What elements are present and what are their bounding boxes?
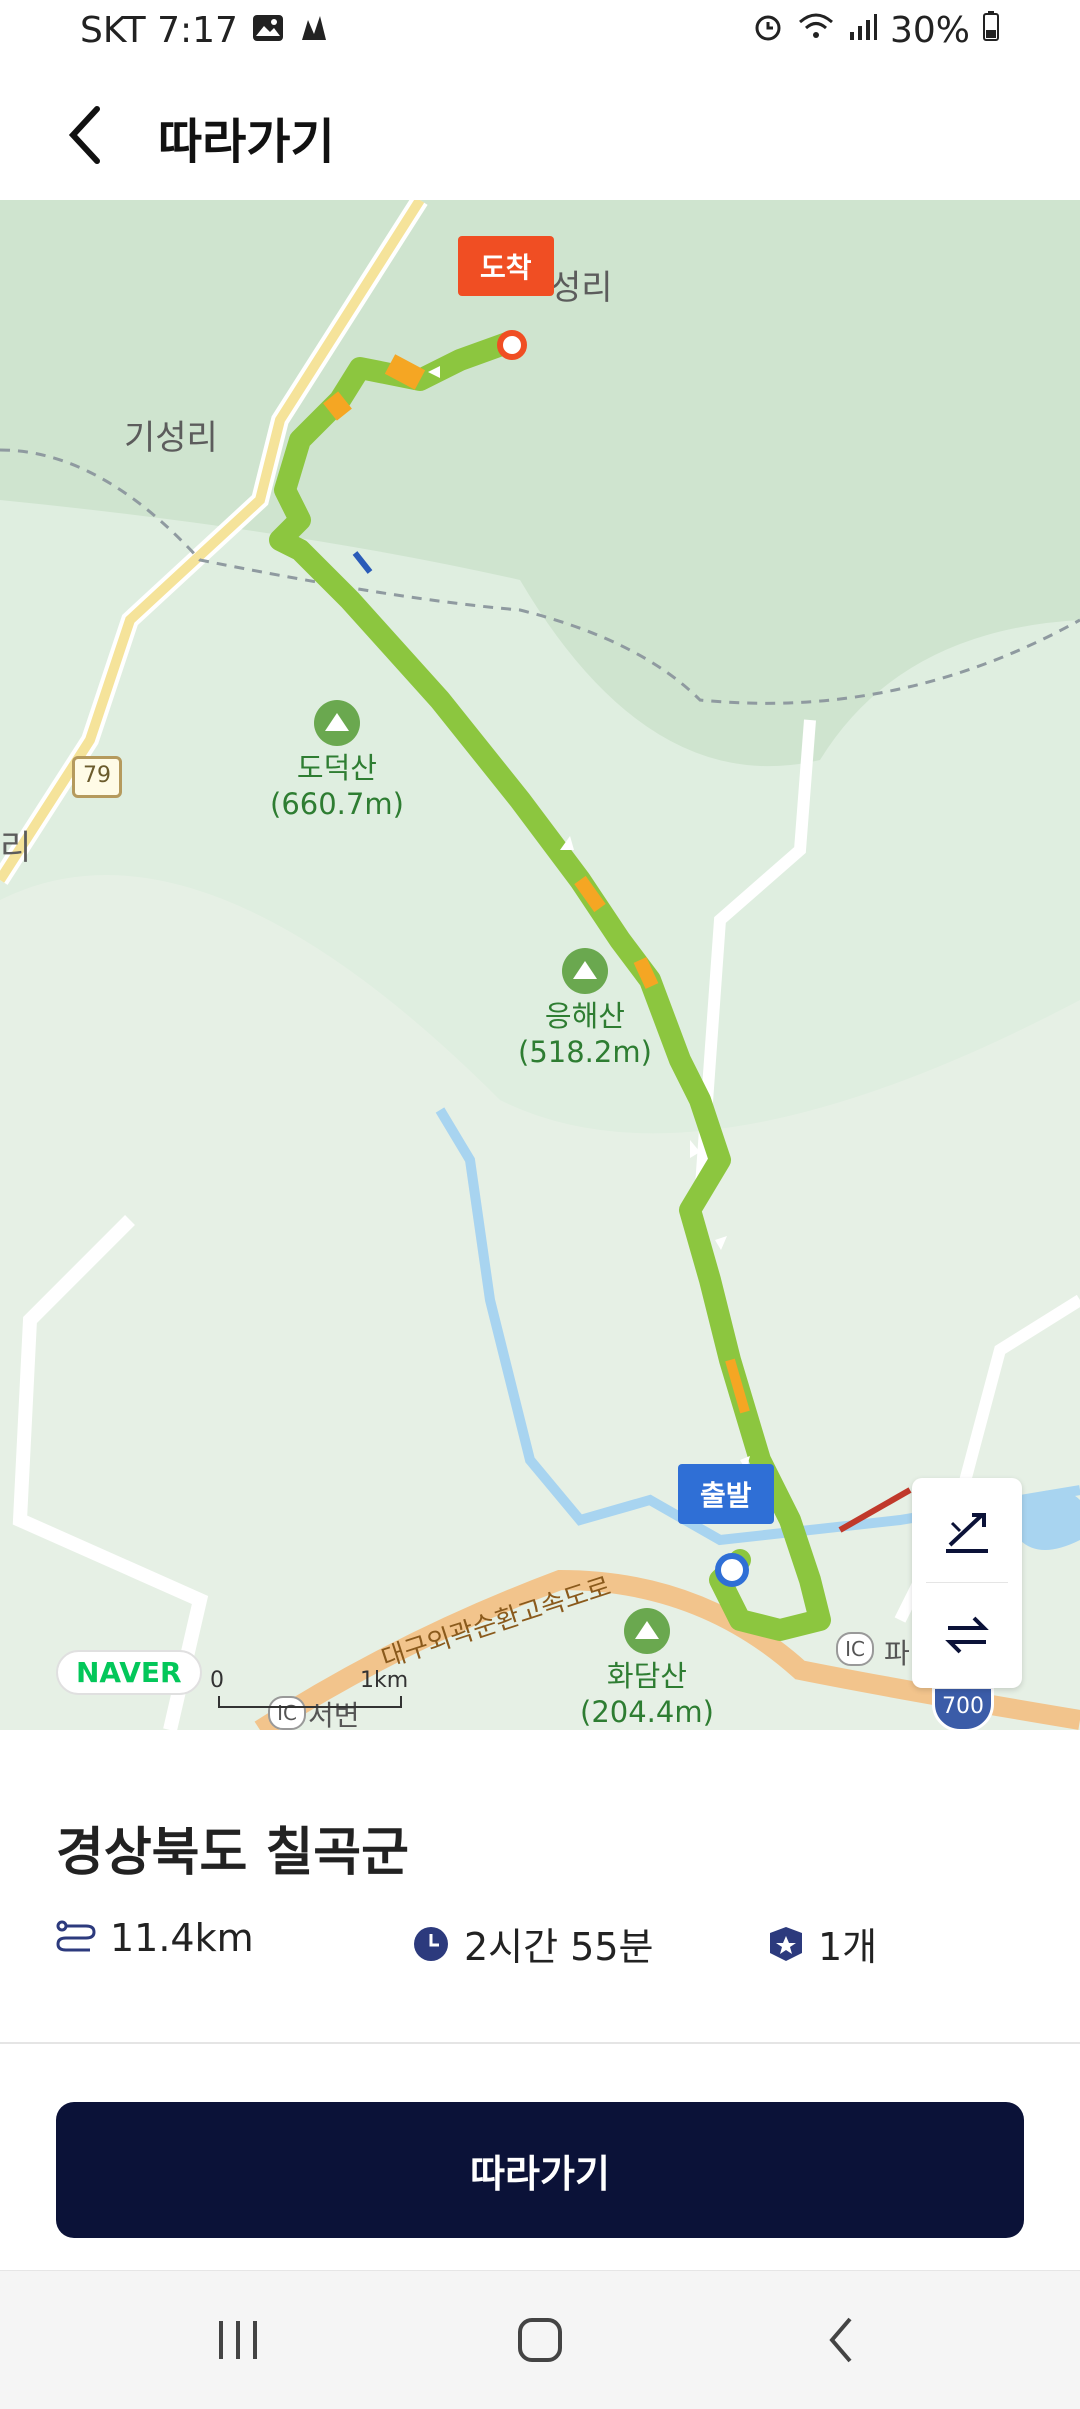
route-location-title: 경상북도 칠곡군 xyxy=(56,1823,409,1883)
app-notification-icon xyxy=(298,10,330,51)
scale-label-km: 1km xyxy=(360,1668,409,1693)
scale-label-zero: 0 xyxy=(210,1668,224,1693)
back-button[interactable] xyxy=(50,100,120,170)
duration-stat: 2시간 55분 xyxy=(412,1916,654,1971)
peak-dodeoksan: 도덕산 (660.7m) xyxy=(270,700,404,822)
count-value: 1개 xyxy=(818,1925,878,1969)
elevation-icon xyxy=(946,1513,988,1553)
sheet-divider xyxy=(0,2042,1080,2044)
departure-flag: 출발 xyxy=(678,1464,774,1524)
peak-eunghaesan: 응해산 (518.2m) xyxy=(518,948,652,1070)
signal-icon xyxy=(848,10,878,51)
mountain-icon xyxy=(623,1608,670,1654)
carrier-time: SKT 7:17 xyxy=(80,10,238,51)
route-distance-icon xyxy=(56,1920,96,1952)
reverse-route-button[interactable] xyxy=(912,1583,1022,1687)
count-stat: 1개 xyxy=(768,1916,877,1971)
status-bar: SKT 7:17 30% xyxy=(0,0,1080,70)
mountain-icon xyxy=(313,700,360,746)
road-number-badge: 79 xyxy=(72,756,122,798)
alarm-icon xyxy=(752,10,784,51)
recent-apps-icon xyxy=(219,2321,257,2359)
follow-route-button[interactable]: 따라가기 xyxy=(56,2102,1024,2238)
badge-star-icon xyxy=(770,1926,802,1961)
system-nav-bar xyxy=(0,2270,1080,2409)
map-tool-panel xyxy=(912,1478,1022,1688)
home-button[interactable] xyxy=(500,2305,580,2375)
map-view[interactable]: 기성리 리 성리 79 도덕산 (660.7m) 응해산 (518.2m) 화담산(… xyxy=(0,200,1080,1730)
scale-bar xyxy=(218,1696,402,1708)
route-info-sheet: 경상북도 칠곡군 11.4km 2시간 55분 1개 따라가기 xyxy=(0,1730,1080,2270)
village-label-ri: 리 xyxy=(0,828,32,868)
home-icon xyxy=(518,2318,562,2362)
route-shield-badge: 700 xyxy=(932,1686,994,1730)
arrival-flag: 도착 xyxy=(458,236,554,296)
battery-text: 30% xyxy=(889,10,970,51)
village-label-seongri: 성리 xyxy=(550,268,613,308)
partial-place-label: 파 xyxy=(884,1637,910,1670)
route-stats: 11.4km 2시간 55분 1개 xyxy=(56,1916,1036,1976)
wifi-icon xyxy=(796,10,836,51)
gallery-icon xyxy=(252,10,284,51)
distance-stat: 11.4km xyxy=(56,1916,254,1960)
peak-hwadamsan: 화담산 (204.4m) xyxy=(580,1608,714,1730)
duration-value: 2시간 55분 xyxy=(464,1925,654,1969)
app-header: 따라가기 xyxy=(0,70,1080,200)
village-label-giseong: 기성리 xyxy=(124,418,218,458)
ic-badge-right: IC xyxy=(836,1632,874,1666)
mountain-icon xyxy=(561,948,608,994)
naver-logo: NAVER xyxy=(56,1650,202,1695)
distance-value: 11.4km xyxy=(110,1916,254,1960)
elevation-button[interactable] xyxy=(912,1478,1022,1582)
page-title: 따라가기 xyxy=(158,114,335,170)
back-arrow-icon xyxy=(829,2317,852,2363)
system-back-button[interactable] xyxy=(802,2305,882,2375)
clock-icon xyxy=(414,1926,448,1961)
chevron-left-icon xyxy=(68,106,100,164)
battery-icon xyxy=(982,10,1000,51)
recent-apps-button[interactable] xyxy=(198,2305,278,2375)
swap-arrows-icon xyxy=(945,1616,989,1654)
